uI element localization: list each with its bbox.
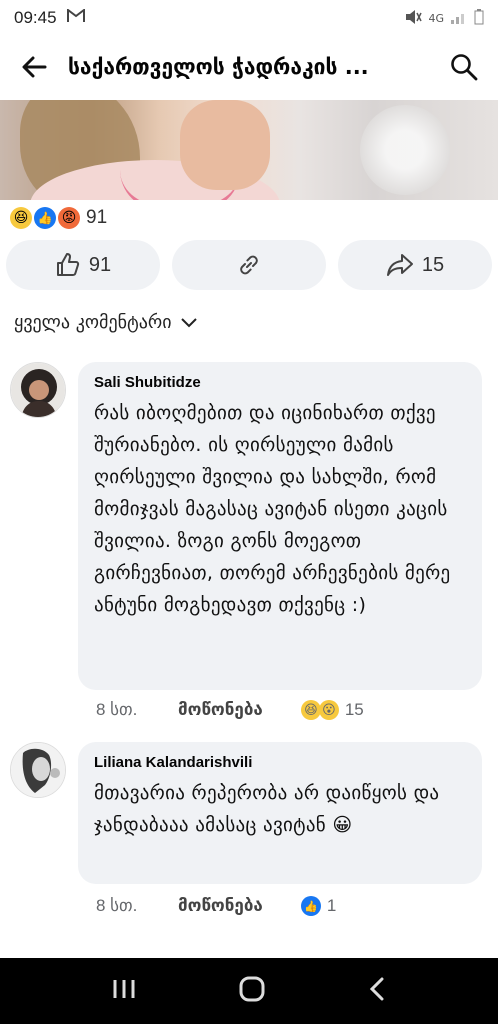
- gmail-notification-icon: [66, 8, 85, 28]
- share-arrow-icon: [386, 254, 413, 276]
- comment-author[interactable]: Sali Shubitidze: [94, 374, 466, 391]
- mute-icon: [404, 9, 423, 28]
- share-count: 15: [421, 253, 445, 276]
- avatar[interactable]: [10, 742, 66, 798]
- status-bar: 09:45 4G: [0, 0, 498, 36]
- system-back-button[interactable]: [367, 976, 387, 1006]
- thumbs-up-icon: [56, 253, 79, 276]
- comment-reaction-count[interactable]: 1: [327, 896, 336, 916]
- comment-time: 8 სთ.: [96, 896, 138, 915]
- like-count: 91: [88, 253, 112, 276]
- angry-reaction-icon: 😡: [58, 207, 80, 229]
- system-nav-bar: [0, 958, 498, 1024]
- comment-reaction-count[interactable]: 15: [345, 700, 364, 720]
- back-button[interactable]: [14, 47, 54, 87]
- haha-reaction-icon: 😆: [10, 207, 32, 229]
- comment-bubble[interactable]: Sali Shubitidze რას იბოღმებით და იცინიხა…: [78, 362, 482, 690]
- like-button[interactable]: 91: [6, 240, 160, 290]
- comment-text: რას იბოღმებით და იცინიხართ თქვე შურიანებ…: [94, 402, 451, 616]
- clock: 09:45: [14, 8, 57, 27]
- recents-button[interactable]: [111, 978, 137, 1004]
- comment-like-button[interactable]: მოწონება: [178, 896, 263, 916]
- comment-time: 8 სთ.: [96, 700, 138, 719]
- post-actions: 91 15: [6, 240, 492, 290]
- comment-meta: 8 სთ. მოწონება 😆 😮 15: [96, 700, 364, 720]
- comment-text: მთავარია რეპერობა არ დაიწყოს და ჯანდაბაა…: [94, 782, 440, 836]
- comment-bubble[interactable]: Liliana Kalandarishvili მთავარია რეპერობ…: [78, 742, 482, 884]
- network-label: 4G: [428, 11, 444, 25]
- search-button[interactable]: [444, 47, 484, 87]
- post-photo[interactable]: [0, 100, 498, 200]
- chevron-down-icon: [180, 317, 197, 327]
- comment-meta: 8 სთ. მოწონება 👍 1: [96, 896, 336, 916]
- link-icon: [240, 255, 258, 275]
- like-reaction-icon: 👍: [300, 896, 321, 916]
- reaction-summary[interactable]: 😆 👍 😡 91: [10, 204, 107, 232]
- comment-author[interactable]: Liliana Kalandarishvili: [94, 754, 466, 771]
- share-button[interactable]: 15: [338, 240, 492, 290]
- recents-icon: [113, 980, 135, 998]
- copy-link-button[interactable]: [172, 240, 326, 290]
- comment-sort-dropdown[interactable]: ყველა კომენტარი: [14, 312, 198, 333]
- comment-like-button[interactable]: მოწონება: [178, 700, 263, 720]
- arrow-left-icon: [22, 56, 47, 78]
- chevron-left-icon: [370, 977, 384, 1001]
- home-icon: [239, 976, 265, 1002]
- app-bar: საქართველოს ჭადრაკის ...: [0, 36, 498, 98]
- battery-icon: [474, 8, 484, 28]
- avatar[interactable]: [10, 362, 66, 418]
- like-reaction-icon: 👍: [34, 207, 56, 229]
- home-button[interactable]: [238, 975, 266, 1007]
- reaction-count: 91: [86, 207, 108, 228]
- search-icon: [451, 54, 478, 81]
- signal-icon: [450, 10, 468, 27]
- sort-label: ყველა კომენტარი: [14, 312, 172, 333]
- wow-reaction-icon: 😮: [318, 700, 339, 720]
- haha-reaction-icon: 😆: [300, 700, 321, 720]
- page-title: საქართველოს ჭადრაკის ...: [68, 55, 369, 79]
